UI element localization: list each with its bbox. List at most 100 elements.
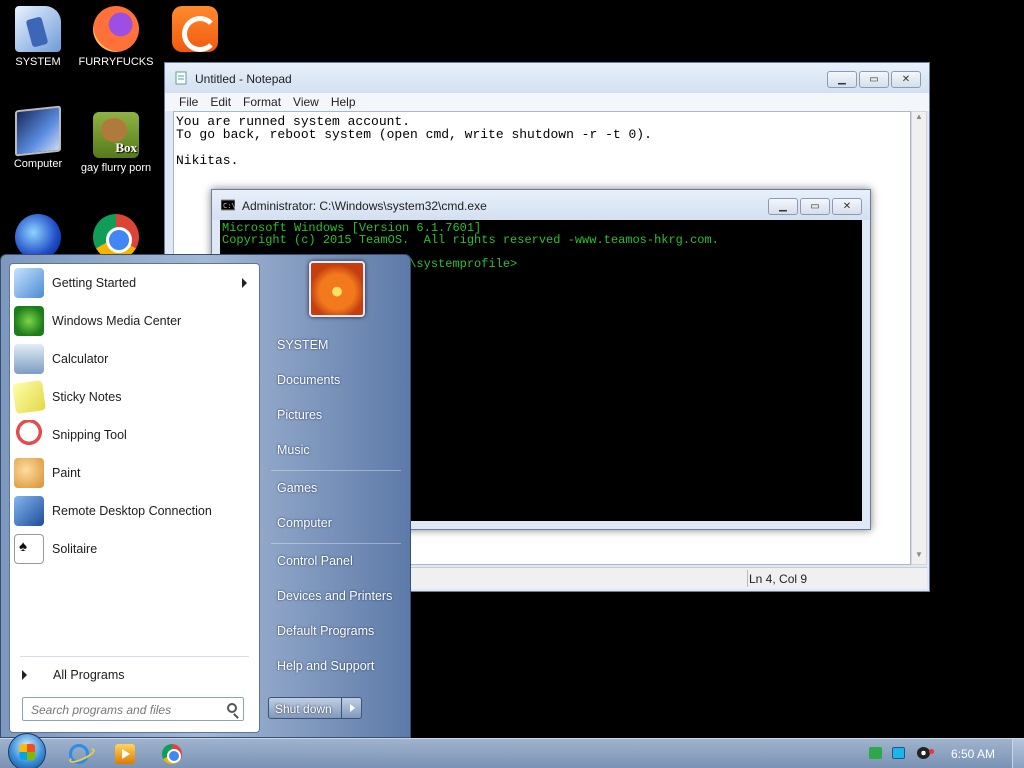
minimize-button[interactable]: ▁ [768, 198, 798, 215]
solitaire-icon [14, 534, 44, 564]
menu-help[interactable]: Help [325, 93, 362, 111]
notepad-icon [175, 71, 187, 85]
network-icon[interactable] [869, 747, 882, 759]
desktop-icon-label: Computer [13, 158, 63, 170]
start-link-games[interactable]: Games [277, 481, 317, 495]
notepad-title: Untitled - Notepad [195, 72, 292, 86]
close-button[interactable]: ✕ [891, 71, 921, 88]
start-link-system[interactable]: SYSTEM [277, 338, 328, 352]
close-icon: ✕ [901, 73, 911, 85]
notepad-menubar: File Edit Format View Help [165, 93, 929, 111]
all-programs-button[interactable]: All Programs [20, 662, 125, 688]
scroll-down-icon[interactable]: ▼ [912, 550, 926, 564]
snipping-tool-icon [14, 420, 44, 450]
program-label: Calculator [52, 352, 109, 366]
vertical-scrollbar[interactable]: ▲ ▼ [911, 111, 927, 565]
minimize-button[interactable]: ▁ [827, 71, 857, 88]
maximize-button[interactable]: ▭ [800, 198, 830, 215]
desktop-icon-label: SYSTEM [15, 56, 61, 68]
program-label: Solitaire [52, 542, 98, 556]
taskbar: 6:50 AM [0, 733, 1024, 768]
display-icon[interactable] [892, 747, 905, 759]
program-getting-started[interactable]: Getting Started [10, 264, 259, 302]
program-sticky-notes[interactable]: Sticky Notes [10, 378, 259, 416]
start-link-music[interactable]: Music [277, 443, 310, 457]
chrome-icon[interactable] [162, 744, 182, 764]
computer-icon [15, 105, 61, 157]
minimize-icon: ▁ [779, 200, 787, 212]
status-separator [747, 570, 748, 587]
notepad-content: You are runned system account. To go bac… [176, 114, 652, 168]
menu-file[interactable]: File [173, 93, 204, 111]
sticky-notes-icon [12, 380, 46, 414]
program-calculator[interactable]: Calculator [10, 340, 259, 378]
box-app-icon: Box [93, 112, 139, 158]
desktop-icon-computer[interactable]: Computer [0, 105, 78, 171]
remote-desktop-icon [14, 496, 44, 526]
desktop-icon-system[interactable]: SYSTEM [0, 6, 78, 69]
user-avatar[interactable] [309, 261, 365, 317]
program-snipping-tool[interactable]: Snipping Tool [10, 416, 259, 454]
start-search-input[interactable]: Search programs and files [22, 697, 244, 721]
volume-icon[interactable] [917, 747, 934, 759]
paint-icon [14, 458, 44, 488]
divider [271, 543, 401, 544]
show-desktop-button[interactable] [1012, 739, 1024, 768]
menu-edit[interactable]: Edit [204, 93, 237, 111]
shutdown-separator [341, 698, 342, 718]
start-link-computer[interactable]: Computer [277, 516, 332, 530]
notepad-titlebar[interactable]: Untitled - Notepad ▁ ▭ ✕ [165, 63, 929, 93]
start-link-pictures[interactable]: Pictures [277, 408, 322, 422]
start-link-help-support[interactable]: Help and Support [277, 659, 374, 673]
calculator-icon [14, 344, 44, 374]
all-programs-label: All Programs [53, 668, 125, 682]
clock[interactable]: 6:50 AM [951, 747, 995, 761]
svg-text:C:\: C:\ [223, 202, 235, 210]
expand-arrow-icon [22, 670, 27, 680]
shutdown-button[interactable]: Shut down [268, 697, 362, 719]
program-windows-media-center[interactable]: Windows Media Center [10, 302, 259, 340]
start-button[interactable] [8, 733, 46, 768]
start-link-control-panel[interactable]: Control Panel [277, 554, 353, 568]
submenu-arrow-icon [242, 278, 247, 288]
program-label: Snipping Tool [52, 428, 127, 442]
cmd-title: Administrator: C:\Windows\system32\cmd.e… [242, 199, 487, 213]
media-player-icon[interactable] [115, 744, 135, 764]
search-icon[interactable] [227, 703, 237, 713]
cursor-position: Ln 4, Col 9 [749, 572, 808, 586]
start-menu: Getting Started Windows Media Center Cal… [0, 254, 411, 738]
desktop-icon-label: FURRYFUCKS [78, 56, 154, 68]
cmd-titlebar[interactable]: C:\ Administrator: C:\Windows\system32\c… [212, 190, 870, 220]
start-menu-programs-pane: Getting Started Windows Media Center Cal… [9, 263, 260, 733]
maximize-icon: ▭ [869, 73, 879, 85]
start-link-documents[interactable]: Documents [277, 373, 340, 387]
cmd-icon: C:\ [221, 199, 235, 211]
internet-explorer-icon[interactable] [69, 744, 89, 764]
divider [20, 656, 249, 657]
start-link-default-programs[interactable]: Default Programs [277, 624, 374, 638]
desktop-icon-box-app[interactable]: Box gay flurry porn [76, 112, 156, 175]
program-remote-desktop[interactable]: Remote Desktop Connection [10, 492, 259, 530]
menu-view[interactable]: View [287, 93, 325, 111]
firefox-icon [93, 6, 139, 52]
start-link-devices-printers[interactable]: Devices and Printers [277, 589, 392, 603]
program-label: Sticky Notes [52, 390, 122, 404]
search-placeholder: Search programs and files [31, 703, 172, 717]
desktop-icon-furryfucks[interactable]: FURRYFUCKS [76, 6, 156, 69]
uc-browser-icon [172, 6, 218, 52]
shutdown-options-arrow-icon[interactable] [350, 704, 355, 712]
program-label: Paint [52, 466, 81, 480]
maximize-button[interactable]: ▭ [859, 71, 889, 88]
desktop-icon-label: gay flurry porn [80, 162, 152, 174]
program-paint[interactable]: Paint [10, 454, 259, 492]
close-button[interactable]: ✕ [832, 198, 862, 215]
menu-format[interactable]: Format [237, 93, 287, 111]
shutdown-label: Shut down [275, 702, 332, 716]
media-center-icon [14, 306, 44, 336]
scroll-up-icon[interactable]: ▲ [912, 112, 926, 126]
maximize-icon: ▭ [810, 200, 820, 212]
desktop-icon-uc-browser[interactable] [155, 6, 235, 56]
program-solitaire[interactable]: Solitaire [10, 530, 259, 568]
getting-started-icon [14, 268, 44, 298]
program-label: Getting Started [52, 276, 137, 290]
